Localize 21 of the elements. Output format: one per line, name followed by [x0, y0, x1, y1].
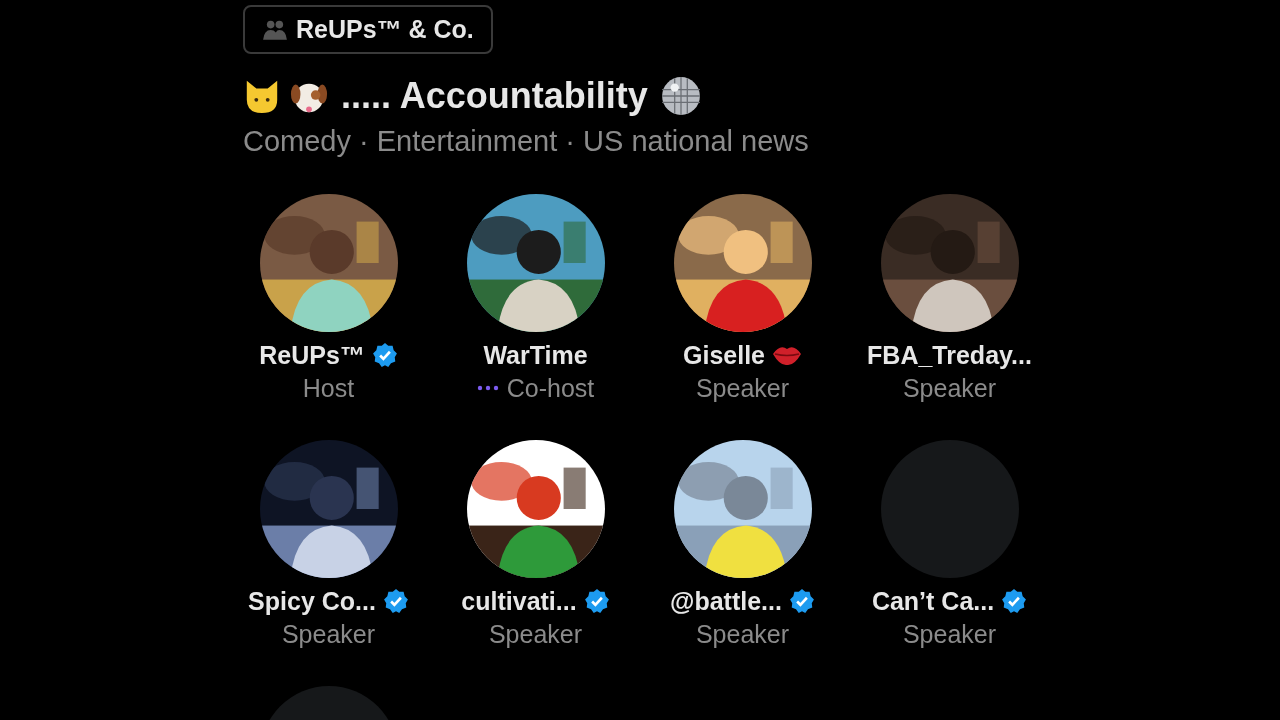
- participant-name: Giselle: [683, 340, 765, 370]
- participant-role: Speaker: [695, 619, 790, 649]
- participant-role: Speaker: [281, 619, 376, 649]
- people-icon: [262, 18, 288, 41]
- disco-ball-icon: [659, 75, 702, 117]
- participant-name: WarTime: [483, 340, 588, 370]
- space-title: ..... Accountability: [341, 75, 648, 117]
- community-chip[interactable]: ReUPs™ & Co.: [243, 5, 493, 54]
- participant-role: Speaker: [488, 619, 583, 649]
- participant-name: @battle...: [670, 586, 782, 616]
- participant-role: Speaker: [695, 373, 790, 403]
- participant-name: cultivati...: [461, 586, 577, 616]
- participant-role: Co-host: [506, 373, 595, 403]
- participant-role: Speaker: [902, 619, 997, 649]
- participant-role: Host: [302, 373, 355, 403]
- participant-name: Spicy Co...: [248, 586, 376, 616]
- participant-name: Can’t Ca...: [871, 586, 995, 616]
- participant-name: ReUPs™: [259, 340, 365, 370]
- participant-role: Speaker: [902, 373, 997, 403]
- participant-name: FBA_Treday...: [867, 340, 1032, 370]
- topics-text: Comedy · Entertainment · US national news: [243, 125, 810, 158]
